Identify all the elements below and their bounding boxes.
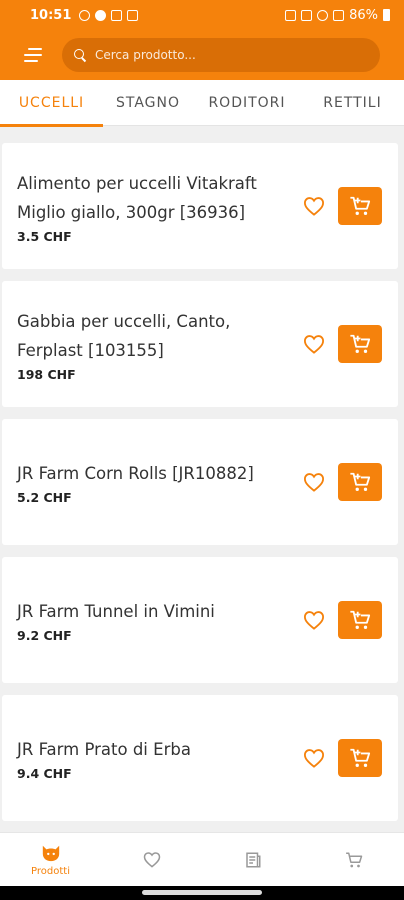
favorite-button[interactable] — [299, 743, 329, 773]
tab-rettili[interactable]: RETTILI — [301, 80, 404, 126]
notification-icons — [79, 9, 139, 21]
product-price: 9.4 CHF — [17, 766, 72, 781]
tab-roditori[interactable]: RODITORI — [193, 80, 301, 126]
nav-item-favorites[interactable] — [101, 833, 202, 886]
product-name: JR Farm Prato di Erba — [17, 740, 191, 759]
favorite-button[interactable] — [299, 605, 329, 635]
product-info: Alimento per uccelli Vitakraft Miglio gi… — [17, 169, 299, 244]
nav-item-cart[interactable] — [303, 833, 404, 886]
add-to-cart-button[interactable] — [338, 325, 382, 363]
add-to-cart-button[interactable] — [338, 601, 382, 639]
add-to-cart-button[interactable] — [338, 463, 382, 501]
cart-icon — [345, 852, 362, 867]
bottom-navigation: Prodotti — [0, 832, 404, 886]
nav-item-prodotti[interactable]: Prodotti — [0, 833, 101, 886]
search-input[interactable] — [95, 48, 368, 62]
instagram-icon — [111, 9, 123, 21]
notification-icon — [95, 9, 107, 21]
cat-icon — [42, 845, 59, 861]
nav-label-prodotti: Prodotti — [31, 865, 70, 877]
product-card[interactable]: JR Farm Prato di Erba 9.4 CHF — [2, 695, 398, 821]
gallery-icon — [127, 9, 139, 21]
favorite-button[interactable] — [299, 329, 329, 359]
heart-icon — [303, 473, 325, 492]
heart-icon — [303, 197, 325, 216]
tab-stagno[interactable]: STAGNO — [103, 80, 193, 126]
product-name: Alimento per uccelli Vitakraft Miglio gi… — [17, 173, 257, 222]
add-to-cart-button[interactable] — [338, 739, 382, 777]
product-price: 5.2 CHF — [17, 490, 72, 505]
notification-icon — [79, 9, 91, 21]
app-bar — [0, 30, 404, 80]
product-price: 198 CHF — [17, 366, 76, 382]
heart-icon — [303, 611, 325, 630]
nav-item-orders[interactable] — [202, 833, 303, 886]
heart-icon — [303, 749, 325, 768]
battery-icon — [383, 9, 390, 21]
product-card[interactable]: JR Farm Corn Rolls [JR10882] 5.2 CHF — [2, 419, 398, 545]
wifi-icon — [317, 9, 329, 21]
heart-icon — [143, 852, 160, 868]
add-cart-icon — [350, 610, 371, 629]
favorite-button[interactable] — [299, 191, 329, 221]
product-price: 9.2 CHF — [17, 628, 72, 643]
product-card[interactable]: JR Farm Tunnel in Vimini 9.2 CHF — [2, 557, 398, 683]
product-info: Gabbia per uccelli, Canto, Ferplast [103… — [17, 307, 299, 382]
add-cart-icon — [350, 748, 371, 767]
signal-icon — [333, 9, 345, 21]
product-card[interactable]: Alimento per uccelli Vitakraft Miglio gi… — [2, 143, 398, 269]
mute-icon — [301, 9, 313, 21]
add-cart-icon — [350, 196, 371, 215]
menu-icon[interactable] — [24, 46, 44, 64]
battery-percent: 86% — [349, 7, 378, 23]
product-info: JR Farm Prato di Erba 9.4 CHF — [17, 735, 299, 781]
document-icon — [245, 852, 260, 867]
product-name: JR Farm Tunnel in Vimini — [17, 602, 215, 621]
product-card[interactable]: Gabbia per uccelli, Canto, Ferplast [103… — [2, 281, 398, 407]
favorite-button[interactable] — [299, 467, 329, 497]
alarm-icon — [285, 9, 297, 21]
heart-icon — [303, 335, 325, 354]
system-icons: 86% — [285, 8, 390, 23]
add-cart-icon — [350, 472, 371, 491]
search-icon — [74, 49, 86, 61]
product-price: 3.5 CHF — [17, 228, 72, 244]
tab-uccelli[interactable]: UCCELLI — [0, 80, 103, 127]
status-bar: 10:51 86% — [0, 0, 404, 30]
add-to-cart-button[interactable] — [338, 187, 382, 225]
product-name: JR Farm Corn Rolls [JR10882] — [17, 464, 254, 483]
home-gesture-bar[interactable] — [142, 890, 262, 895]
product-info: JR Farm Corn Rolls [JR10882] 5.2 CHF — [17, 459, 299, 505]
add-cart-icon — [350, 334, 371, 353]
search-bar[interactable] — [62, 38, 380, 72]
status-time: 10:51 — [30, 7, 72, 23]
category-tabs: UCCELLI STAGNO RODITORI RETTILI — [0, 80, 404, 127]
product-info: JR Farm Tunnel in Vimini 9.2 CHF — [17, 597, 299, 643]
product-name: Gabbia per uccelli, Canto, Ferplast [103… — [17, 311, 231, 360]
